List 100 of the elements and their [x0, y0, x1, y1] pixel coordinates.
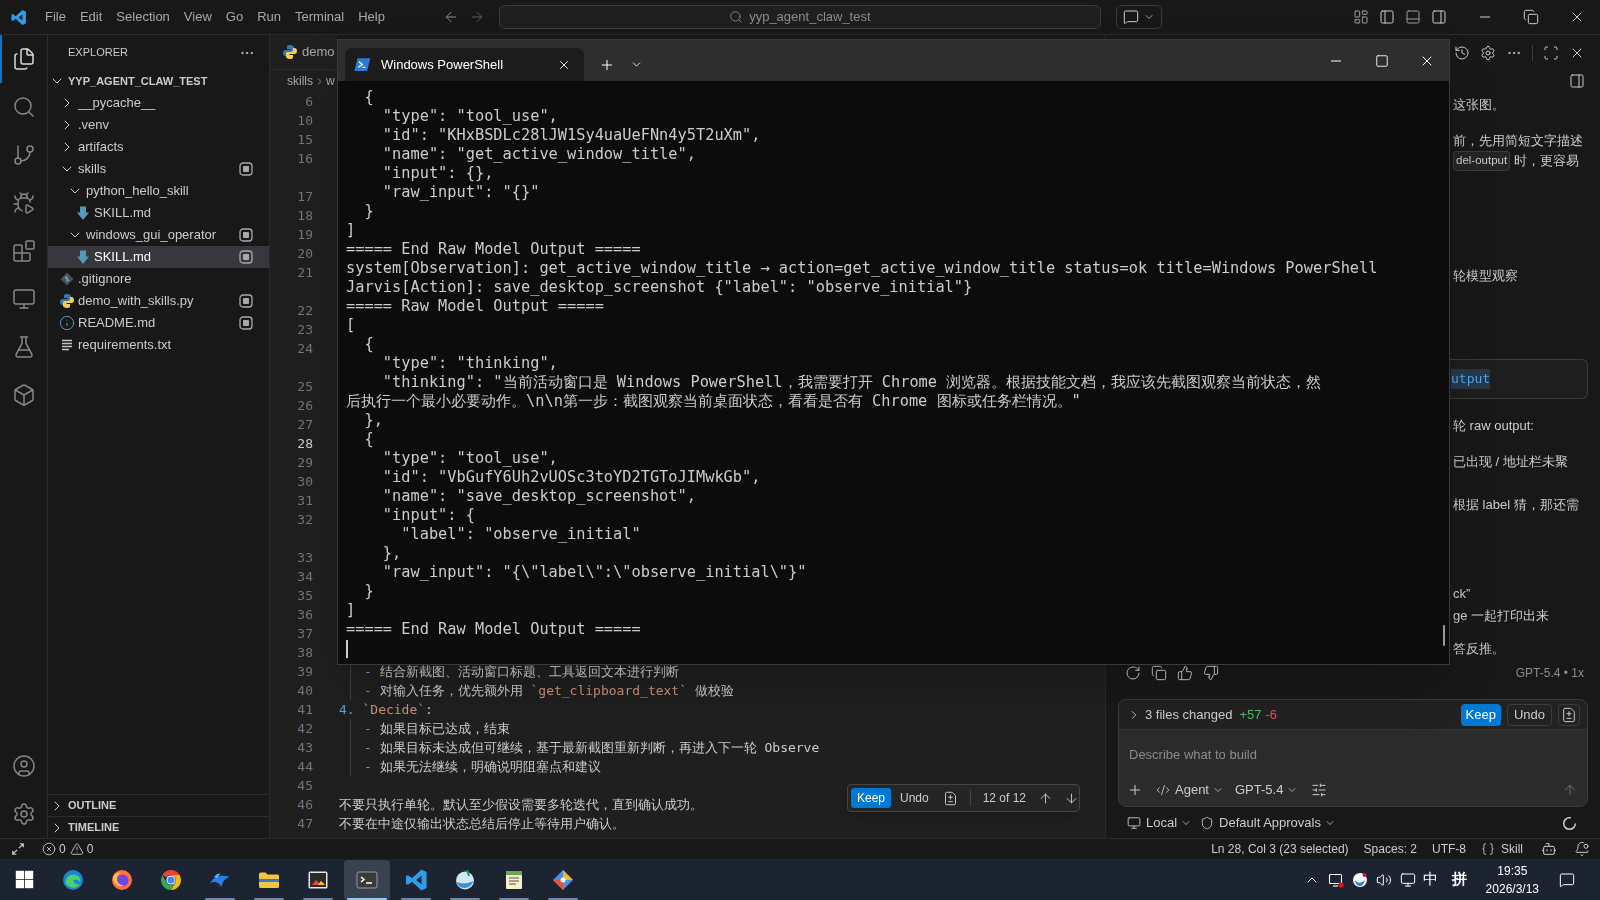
keep-button[interactable]: Keep — [851, 788, 892, 808]
terminal-line: [ — [346, 316, 356, 335]
breadcrumb-item[interactable]: w — [326, 72, 335, 90]
robot-icon[interactable] — [1541, 841, 1557, 857]
line-number: 42 — [297, 719, 313, 738]
thumbs-down-icon[interactable] — [1203, 665, 1219, 681]
folder-item[interactable]: windows_gui_operator — [48, 224, 269, 246]
spinner-icon — [1562, 815, 1577, 831]
tree-entry[interactable]: SKILL.md — [48, 202, 269, 224]
folder-item[interactable]: artifacts — [48, 136, 269, 158]
encoding-item[interactable]: UTF-8 — [1432, 840, 1466, 858]
tree-entry[interactable]: SKILL.md — [48, 246, 269, 268]
line-number: 40 — [297, 681, 313, 700]
folder-item[interactable]: python_hello_skill — [48, 180, 269, 202]
ime-mode-indicator[interactable]: 拼 — [1451, 868, 1467, 891]
rotate-icon[interactable] — [1125, 665, 1141, 681]
network-icon[interactable] — [1399, 871, 1416, 888]
box-icon[interactable] — [11, 383, 36, 407]
cursor-position-item[interactable]: Ln 28, Col 3 (23 selected) — [1211, 840, 1349, 858]
mode-dropdown[interactable]: Agent — [1156, 780, 1224, 800]
panel-right-icon[interactable] — [1569, 73, 1585, 89]
breadcrumb-item[interactable]: skills — [287, 72, 313, 90]
file-diff-icon[interactable] — [942, 790, 958, 806]
thumbs-up-icon[interactable] — [1177, 665, 1193, 681]
tree-entry[interactable]: requirements.txt — [48, 334, 269, 356]
chat-input-box[interactable]: Describe what to build Agent GPT-5.4 — [1119, 729, 1587, 806]
workspace-header[interactable]: YYP_AGENT_CLAW_TEST — [48, 70, 269, 92]
menu-item[interactable]: Run — [250, 7, 288, 27]
approvals-dropdown[interactable]: Default Approvals — [1200, 813, 1336, 833]
ime-language-indicator[interactable]: 中 — [1422, 868, 1438, 891]
line-number: 15 — [297, 130, 313, 149]
search-icon[interactable] — [11, 95, 36, 119]
blocks-icon[interactable] — [11, 239, 36, 263]
remote-icon[interactable] — [11, 842, 25, 856]
review-button[interactable] — [1558, 703, 1580, 726]
monitor-alert-icon[interactable] — [1327, 871, 1344, 888]
layout-grid-icon[interactable] — [1353, 9, 1369, 25]
search-field[interactable]: yyp_agent_claw_test — [498, 5, 1101, 29]
scrollbar-thumb[interactable] — [1443, 625, 1445, 646]
restore-icon[interactable] — [1523, 9, 1539, 25]
tree-entry[interactable]: README.md — [48, 312, 269, 334]
chat-menu-button[interactable] — [1115, 5, 1162, 29]
settings-icon[interactable] — [11, 802, 36, 826]
panel-left-icon[interactable] — [1379, 9, 1395, 25]
panel-bottom-icon[interactable] — [1405, 9, 1421, 25]
windows-logo-icon — [14, 870, 34, 889]
line-number: 41 — [297, 700, 313, 719]
line-number: 10 — [297, 111, 313, 130]
bug-play-icon[interactable] — [11, 191, 36, 215]
volume-icon[interactable] — [1375, 871, 1392, 888]
message-text: 答反推。 — [1453, 640, 1506, 659]
files-icon[interactable] — [11, 47, 36, 71]
history-icon[interactable] — [1454, 44, 1470, 61]
settings-icon[interactable] — [1480, 44, 1496, 61]
bell-icon[interactable] — [1574, 841, 1590, 857]
menu-item[interactable]: Selection — [109, 7, 177, 27]
undo-button[interactable]: Undo — [896, 788, 933, 808]
section-header[interactable]: OUTLINE — [48, 794, 269, 816]
menu-item[interactable]: Edit — [72, 7, 110, 27]
copy-icon[interactable] — [1151, 665, 1167, 681]
notification-icon[interactable] — [1559, 871, 1575, 888]
account-icon[interactable] — [11, 754, 36, 778]
monitor-icon[interactable] — [11, 287, 36, 311]
chat-input[interactable]: Describe what to build — [1119, 743, 1587, 765]
clock[interactable]: 19:35 2026/3/13 — [1485, 861, 1539, 898]
undo-button[interactable]: Undo — [1506, 703, 1552, 726]
message-text: 前，先用简短文字描述 — [1453, 132, 1584, 151]
location-dropdown[interactable]: Local — [1127, 813, 1193, 833]
tree-entry[interactable]: .gitignore — [48, 268, 269, 290]
line-number: 28 — [297, 434, 313, 453]
editor-tab[interactable]: demo — [270, 35, 337, 69]
language-item[interactable]: Skill — [1481, 840, 1523, 858]
keep-button[interactable]: Keep — [1460, 703, 1501, 726]
round-app-icon[interactable] — [1351, 871, 1368, 888]
folder-item[interactable]: skills — [48, 158, 269, 180]
plus-icon[interactable] — [1127, 782, 1143, 798]
message-text: 轮模型观察 — [1453, 267, 1519, 286]
terminal-tab[interactable]: Windows PowerShell — [345, 48, 584, 81]
problems-item[interactable]: 0 0 — [42, 840, 94, 858]
line-number: 30 — [297, 472, 313, 491]
menu-item[interactable]: File — [38, 7, 73, 27]
menu-item[interactable]: Go — [218, 7, 251, 27]
indentation-item[interactable]: Spaces: 2 — [1363, 840, 1417, 858]
folder-item[interactable]: __pycache__ — [48, 92, 269, 114]
folder-item[interactable]: .venv — [48, 114, 269, 136]
arrow-down-icon[interactable] — [1064, 790, 1079, 806]
menu-item[interactable]: View — [176, 7, 219, 27]
tree-entry[interactable]: demo_with_skills.py — [48, 290, 269, 312]
panel-right-icon[interactable] — [1431, 9, 1447, 25]
terminal-line: ===== Raw Model Output ===== — [346, 297, 604, 316]
line-number: 17 — [297, 187, 313, 206]
taskbar-button[interactable] — [344, 859, 390, 900]
menu-item[interactable]: Terminal — [288, 7, 352, 27]
sliders-icon[interactable] — [1311, 782, 1328, 798]
maximize-icon[interactable] — [1375, 53, 1389, 68]
model-dropdown[interactable]: GPT-5.4 — [1235, 780, 1299, 800]
menu-item[interactable]: Help — [351, 7, 392, 27]
branch-icon[interactable] — [11, 143, 36, 167]
fullscreen-icon[interactable] — [1543, 44, 1559, 61]
line-number: 21 — [297, 263, 313, 282]
